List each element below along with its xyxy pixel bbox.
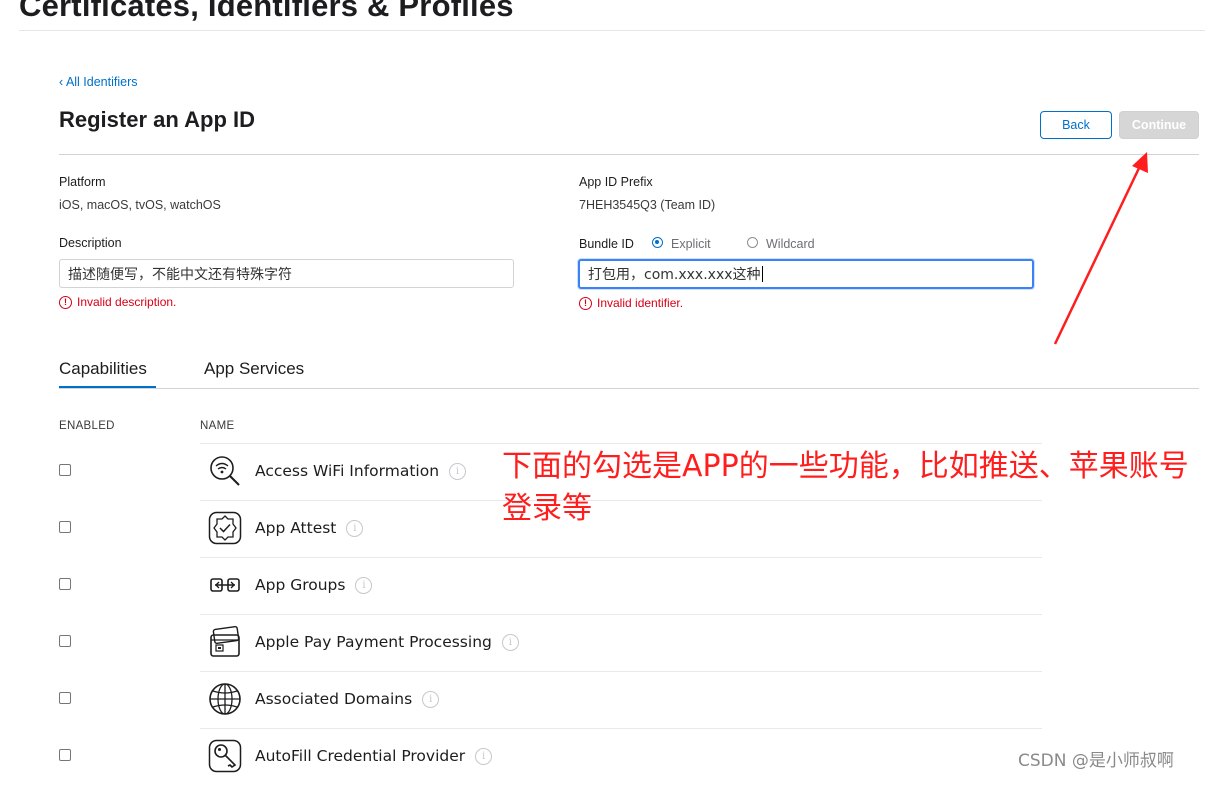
annotation-arrow-icon <box>1053 152 1148 345</box>
watermark: CSDN @是小师叔啊 <box>1018 751 1174 771</box>
